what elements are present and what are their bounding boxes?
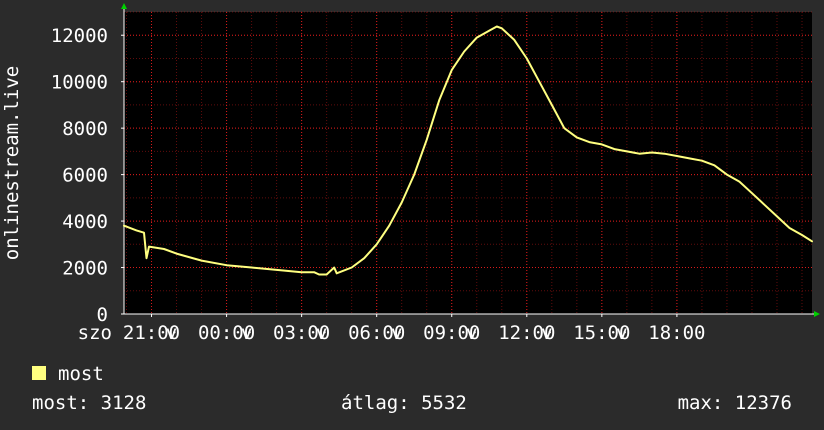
legend: most bbox=[32, 363, 104, 385]
x-axis-arrow bbox=[814, 311, 820, 317]
x-day-marker: v bbox=[166, 322, 177, 344]
x-tick-label: 18:00 bbox=[648, 322, 705, 344]
legend-swatch-most bbox=[32, 366, 46, 380]
y-tick-label: 10000 bbox=[51, 72, 108, 94]
x-day-marker: szo bbox=[78, 322, 112, 344]
stat-average: átlag: 5532 bbox=[341, 392, 467, 414]
y-axis-title: onlinestream.live bbox=[1, 66, 23, 260]
x-day-marker: v bbox=[541, 322, 552, 344]
x-day-marker: v bbox=[616, 322, 627, 344]
chart-root: 0 2000 4000 6000 8000 10000 12000 21:00 00:00 03:… bbox=[0, 0, 824, 430]
y-tick-label: 4000 bbox=[62, 211, 108, 233]
y-tick-label: 8000 bbox=[62, 118, 108, 140]
legend-label-most: most bbox=[58, 363, 104, 385]
stat-current: most: 3128 bbox=[32, 392, 146, 414]
line-chart: 02000400060008000100001200021:00 00:00 03:… bbox=[1, 3, 820, 414]
y-axis-arrow bbox=[121, 3, 127, 9]
y-tick-label: 12000 bbox=[51, 25, 108, 47]
x-day-marker: v bbox=[466, 322, 477, 344]
stat-max: max: 12376 bbox=[678, 392, 792, 414]
x-day-marker: v bbox=[391, 322, 402, 344]
y-tick-label: 2000 bbox=[62, 258, 108, 280]
x-day-marker: v bbox=[316, 322, 327, 344]
y-tick-label: 6000 bbox=[62, 165, 108, 187]
x-day-marker: v bbox=[241, 322, 252, 344]
